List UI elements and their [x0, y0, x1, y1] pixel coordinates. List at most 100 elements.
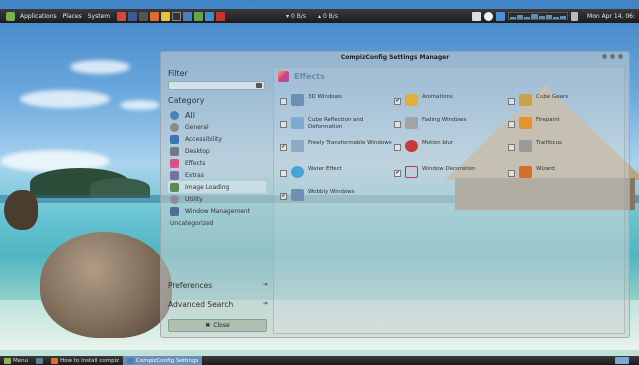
effects-heading-icon	[278, 70, 289, 82]
plugin-3d-windows[interactable]: 3D Windows	[278, 94, 392, 106]
close-button[interactable]: ✖ Close	[168, 319, 267, 332]
checkbox[interactable]	[280, 170, 287, 177]
category-all[interactable]: All	[168, 109, 266, 121]
close-window-icon[interactable]	[618, 54, 623, 59]
task-browser[interactable]: How to install compiz	[47, 356, 123, 365]
rock-image	[40, 232, 172, 338]
net-down-rate: ▾ 0 B/s	[286, 12, 307, 20]
launcher-red2-icon[interactable]	[216, 11, 226, 21]
checkbox[interactable]	[394, 121, 401, 128]
wizard-icon	[519, 166, 532, 178]
firefox-icon[interactable]	[150, 11, 160, 21]
plugin-fading-windows[interactable]: Fading Windows	[392, 117, 506, 129]
applications-menu[interactable]: Applications	[17, 13, 60, 20]
checkbox[interactable]	[508, 144, 515, 151]
plugin-animations[interactable]: ✔ Animations	[392, 94, 506, 106]
image-loading-icon	[170, 182, 179, 192]
facebook-icon[interactable]	[128, 11, 138, 21]
ccsm-window: CompizConfig Settings Manager Filter Cat…	[160, 51, 630, 338]
window-management-icon	[170, 206, 179, 216]
advanced-search-arrow-icon: ➜	[262, 300, 268, 307]
clock[interactable]: Mon Apr 14, 06:	[587, 13, 635, 20]
launcher-green-icon[interactable]	[194, 11, 204, 21]
plugin-cube-reflection[interactable]: Cube Reflection and Deformation	[278, 117, 392, 131]
window-title[interactable]: CompizConfig Settings Manager	[161, 52, 629, 64]
checkbox-checked[interactable]: ✔	[394, 170, 401, 177]
update-icon[interactable]	[496, 11, 506, 21]
plugin-water-effect[interactable]: Water Effect	[278, 166, 392, 178]
plugin-wobbly-windows[interactable]: ✔ Wobbly Windows	[278, 189, 392, 201]
gnome-foot-icon[interactable]	[6, 11, 15, 21]
launcher-red-icon[interactable]	[117, 11, 127, 21]
category-extras[interactable]: Extras	[168, 169, 266, 181]
all-icon	[170, 110, 179, 120]
terminal-icon[interactable]	[139, 11, 149, 21]
plugin-freely-transformable[interactable]: ✔ Freely Transformable Windows	[278, 140, 392, 152]
workspace-switcher[interactable]	[615, 357, 629, 364]
minimize-icon[interactable]	[602, 54, 607, 59]
preferences-arrow-icon: ➜	[262, 281, 268, 288]
keyboard-icon[interactable]	[472, 11, 482, 21]
checkbox[interactable]	[280, 98, 287, 105]
clear-filter-icon[interactable]	[256, 83, 262, 88]
net-up-rate: ▴ 0 B/s	[318, 12, 338, 20]
plugin-cube-gears[interactable]: Cube Gears	[506, 94, 620, 106]
settings-launcher-icon[interactable]	[183, 11, 193, 21]
checkbox-checked[interactable]: ✔	[280, 144, 287, 151]
animations-icon	[405, 94, 418, 106]
top-panel: Applications Places System ▾ 0 B/s ▴ 0 B…	[0, 9, 639, 23]
system-menu[interactable]: System	[85, 13, 113, 20]
category-utility[interactable]: Utility	[168, 193, 266, 205]
plugin-firepaint[interactable]: Firepaint	[506, 117, 620, 129]
bottom-panel: Menu How to install compiz CompizConfig …	[0, 356, 639, 365]
places-menu[interactable]: Places	[60, 13, 85, 20]
show-desktop-button[interactable]	[32, 356, 47, 365]
plugin-window-decoration[interactable]: ✔ Window Decoration	[392, 166, 506, 178]
plugin-wizard[interactable]: Wizard	[506, 166, 620, 178]
plugin-motion-blur[interactable]: Motion blur	[392, 140, 506, 152]
effects-heading: Effects	[274, 68, 624, 84]
close-x-icon: ✖	[205, 322, 211, 329]
category-general[interactable]: General	[168, 121, 266, 133]
ccsm-task-icon	[127, 357, 134, 364]
cube-reflection-icon	[291, 117, 304, 129]
checkbox[interactable]	[280, 121, 287, 128]
filter-field[interactable]	[168, 81, 265, 91]
checkbox[interactable]	[508, 98, 515, 105]
app-yellow-icon[interactable]	[161, 11, 171, 21]
task-ccsm[interactable]: CompizConfig Settings	[123, 356, 203, 365]
plugin-grid: 3D Windows ✔ Animations Cube Gears Cube …	[278, 94, 622, 212]
plugin-panel: Effects 3D Windows ✔ Animations Cube Gea…	[273, 67, 625, 334]
network-tray-icon[interactable]	[484, 11, 494, 21]
menu-button[interactable]: Menu	[0, 356, 32, 365]
menu-icon	[4, 357, 11, 364]
category-accessibility[interactable]: Accessibility	[168, 133, 266, 145]
plugin-trailfocus[interactable]: Trailfocus	[506, 140, 620, 152]
checkbox[interactable]	[508, 170, 515, 177]
wifi-icon[interactable]	[205, 11, 215, 21]
category-label: Category	[168, 96, 205, 105]
category-effects[interactable]: Effects	[168, 157, 266, 169]
water-effect-icon	[291, 166, 304, 178]
preferences-button[interactable]: Preferences ➜	[168, 281, 268, 290]
browser-icon	[51, 357, 59, 364]
checkbox[interactable]	[394, 144, 401, 151]
category-window-management[interactable]: Window Management	[168, 205, 266, 217]
checkbox-checked[interactable]: ✔	[280, 193, 287, 200]
show-desktop-icon	[36, 357, 44, 364]
category-desktop[interactable]: Desktop	[168, 145, 266, 157]
checkbox[interactable]	[508, 121, 515, 128]
desktop-icon	[170, 146, 179, 156]
wobbly-windows-icon	[291, 189, 304, 201]
advanced-search-button[interactable]: Advanced Search ➜	[168, 300, 268, 309]
category-image-loading[interactable]: Image Loading	[168, 181, 266, 193]
system-monitor-graph[interactable]	[508, 12, 569, 20]
3d-windows-icon	[291, 94, 304, 106]
checkbox-checked[interactable]: ✔	[394, 98, 401, 105]
filter-input[interactable]	[169, 83, 253, 91]
extras-icon	[170, 170, 179, 180]
volume-icon[interactable]	[571, 11, 579, 21]
category-uncategorized[interactable]: Uncategorized	[168, 217, 266, 229]
app-dark-icon[interactable]	[172, 11, 182, 21]
maximize-icon[interactable]	[610, 54, 615, 59]
